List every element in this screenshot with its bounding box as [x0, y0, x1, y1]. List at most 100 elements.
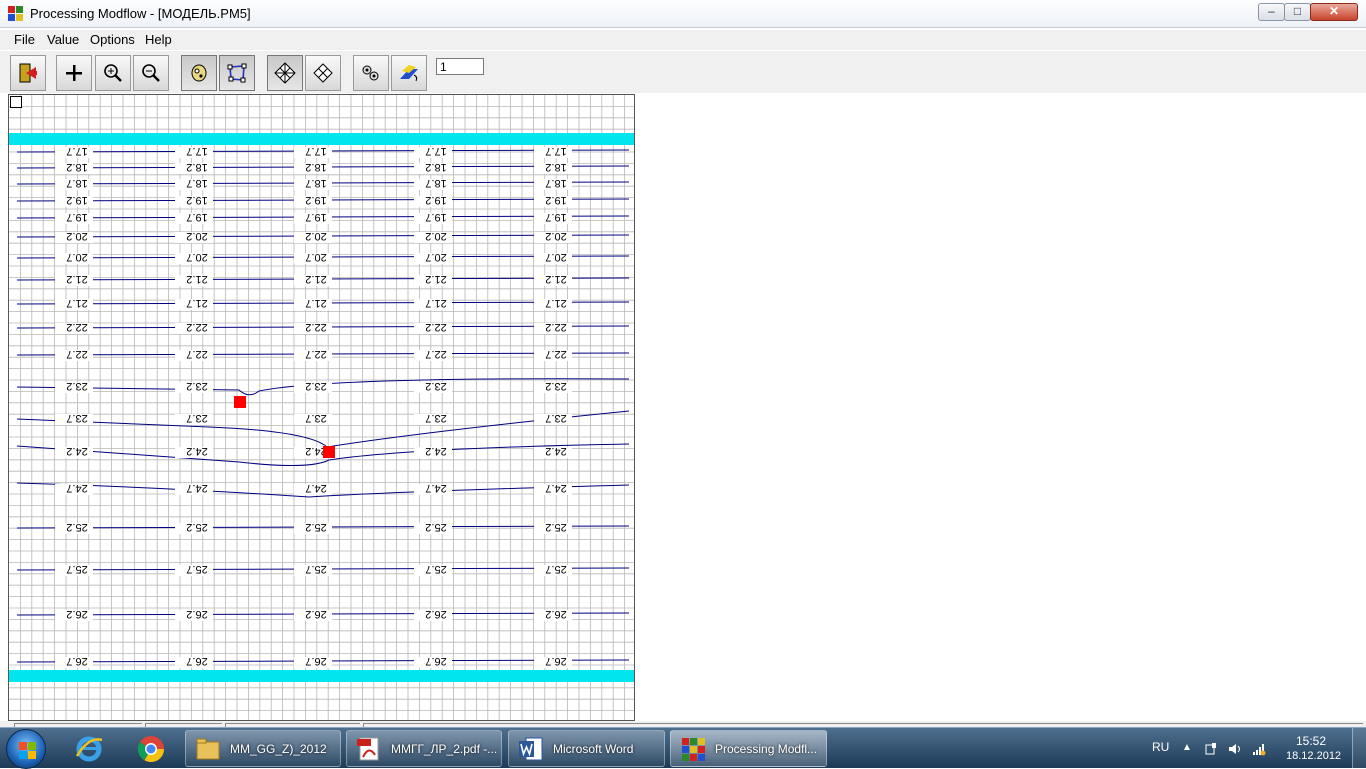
contour-label: 21.7	[425, 297, 446, 309]
task-modflow[interactable]: Processing Modfl...	[670, 730, 827, 767]
task-word[interactable]: Microsoft Word	[508, 730, 665, 767]
well-marker	[323, 446, 335, 458]
paint-icon	[400, 65, 418, 82]
contour-label: 18.2	[305, 161, 326, 173]
task-pdf[interactable]: ММГГ_ЛР_2.pdf -...	[346, 730, 502, 767]
contour-label: 23.2	[305, 380, 326, 392]
window-title: Processing Modflow - [МОДЕЛЬ.PM5]	[30, 6, 251, 21]
contour-label: 18.7	[186, 177, 207, 189]
contour-label: 17.7	[66, 145, 87, 157]
task-label: MM_GG_Z)_2012	[230, 742, 327, 756]
clock-time[interactable]: 15:52	[1296, 734, 1326, 748]
contour-label: 23.7	[66, 412, 87, 424]
start-button[interactable]	[6, 729, 46, 769]
contour-label: 18.2	[545, 161, 566, 173]
polygon-icon	[227, 63, 247, 83]
contour-label: 18.7	[66, 177, 87, 189]
ie-pinned[interactable]	[64, 731, 114, 767]
contour-label: 23.2	[425, 380, 446, 392]
contour-label: 23.2	[545, 380, 566, 392]
contour-label: 20.2	[186, 230, 207, 242]
menu-file[interactable]: File	[10, 32, 39, 47]
exit-button[interactable]	[10, 55, 46, 91]
contour-label: 23.2	[186, 380, 207, 392]
task-folder[interactable]: MM_GG_Z)_2012	[185, 730, 341, 767]
menu-help[interactable]: Help	[141, 32, 176, 47]
settings-button[interactable]	[353, 55, 389, 91]
clock-date[interactable]: 18.12.2012	[1286, 750, 1341, 762]
contour-label: 22.7	[186, 348, 207, 360]
paint-button[interactable]	[391, 55, 427, 91]
contour-label: 22.2	[186, 321, 207, 333]
polygon-button[interactable]	[219, 55, 255, 91]
contour-label: 21.7	[66, 297, 87, 309]
mesh-icon	[313, 63, 333, 83]
menu-bar: File Value Options Help	[0, 30, 1366, 50]
show-hidden-icons-icon[interactable]: ▲	[1182, 742, 1196, 756]
contour-label: 23.2	[66, 380, 87, 392]
contour-label: 22.7	[545, 348, 566, 360]
contour-label: 22.7	[305, 348, 326, 360]
modflow-icon	[682, 738, 705, 761]
app-icon	[8, 6, 24, 22]
close-button[interactable]: ✕	[1310, 3, 1358, 21]
device-icon[interactable]	[1204, 742, 1218, 756]
well-marker	[234, 396, 246, 408]
contour-label: 20.7	[305, 251, 326, 263]
network-icon[interactable]	[1252, 742, 1266, 756]
zoom-in-button[interactable]	[95, 55, 131, 91]
system-tray: RU ▲ 15:52 18.12.2012	[1140, 728, 1366, 769]
contour-label: 20.2	[545, 230, 566, 242]
minimize-button[interactable]: –	[1258, 3, 1285, 21]
folder-icon	[196, 738, 220, 760]
menu-options[interactable]: Options	[86, 32, 139, 47]
contour-label: 25.2	[545, 521, 566, 533]
contour-label: 19.7	[545, 211, 566, 223]
model-map[interactable]: 17.7 17.7 17.7 17.7 17.7 18.2 18.2 18.2 18.2 18.2…	[8, 94, 635, 721]
contour-label: 19.2	[305, 194, 326, 206]
show-desktop-button[interactable]	[1352, 728, 1366, 769]
toolbar	[0, 51, 1366, 93]
contour-label: 21.7	[545, 297, 566, 309]
internet-explorer-icon	[75, 736, 103, 762]
corner-select-box[interactable]	[10, 96, 22, 108]
contour-label: 22.7	[425, 348, 446, 360]
contour-label: 25.7	[545, 563, 566, 575]
contour-label: 17.7	[425, 145, 446, 157]
language-indicator[interactable]: RU	[1152, 740, 1169, 754]
contour-label: 20.7	[66, 251, 87, 263]
chrome-icon	[137, 736, 165, 763]
contour-label: 25.2	[66, 521, 87, 533]
volume-icon[interactable]	[1228, 742, 1242, 756]
contour-label: 24.7	[425, 482, 446, 494]
contour-label: 20.2	[425, 230, 446, 242]
grid-icon	[274, 62, 296, 84]
maximize-button[interactable]: □	[1284, 3, 1311, 21]
cell-value-button[interactable]	[181, 55, 217, 91]
mesh-button[interactable]	[305, 55, 341, 91]
contour-label: 19.2	[425, 194, 446, 206]
add-button[interactable]	[56, 55, 92, 91]
plus-icon	[66, 65, 82, 81]
contour-label: 21.2	[305, 273, 326, 285]
contour-label: 25.7	[186, 563, 207, 575]
chrome-pinned[interactable]	[126, 731, 176, 767]
contour-label: 19.2	[186, 194, 207, 206]
contour-label: 18.7	[425, 177, 446, 189]
exit-icon	[19, 63, 37, 83]
contour-label: 26.7	[66, 655, 87, 667]
contour-label: 25.2	[186, 521, 207, 533]
grid-button[interactable]	[267, 55, 303, 91]
pdf-icon	[357, 737, 379, 761]
zoom-out-button[interactable]	[133, 55, 169, 91]
cell-value-icon	[191, 64, 207, 82]
contour-label: 17.7	[186, 145, 207, 157]
taskbar: MM_GG_Z)_2012 ММГГ_ЛР_2.pdf -... Microso…	[0, 727, 1366, 769]
task-label: Microsoft Word	[553, 742, 634, 756]
menu-value[interactable]: Value	[43, 32, 83, 47]
contour-label: 24.2	[425, 445, 446, 457]
contour-label: 25.2	[305, 521, 326, 533]
layer-number-input[interactable]	[436, 58, 484, 75]
contour-label: 24.7	[186, 482, 207, 494]
contour-label: 24.7	[66, 482, 87, 494]
